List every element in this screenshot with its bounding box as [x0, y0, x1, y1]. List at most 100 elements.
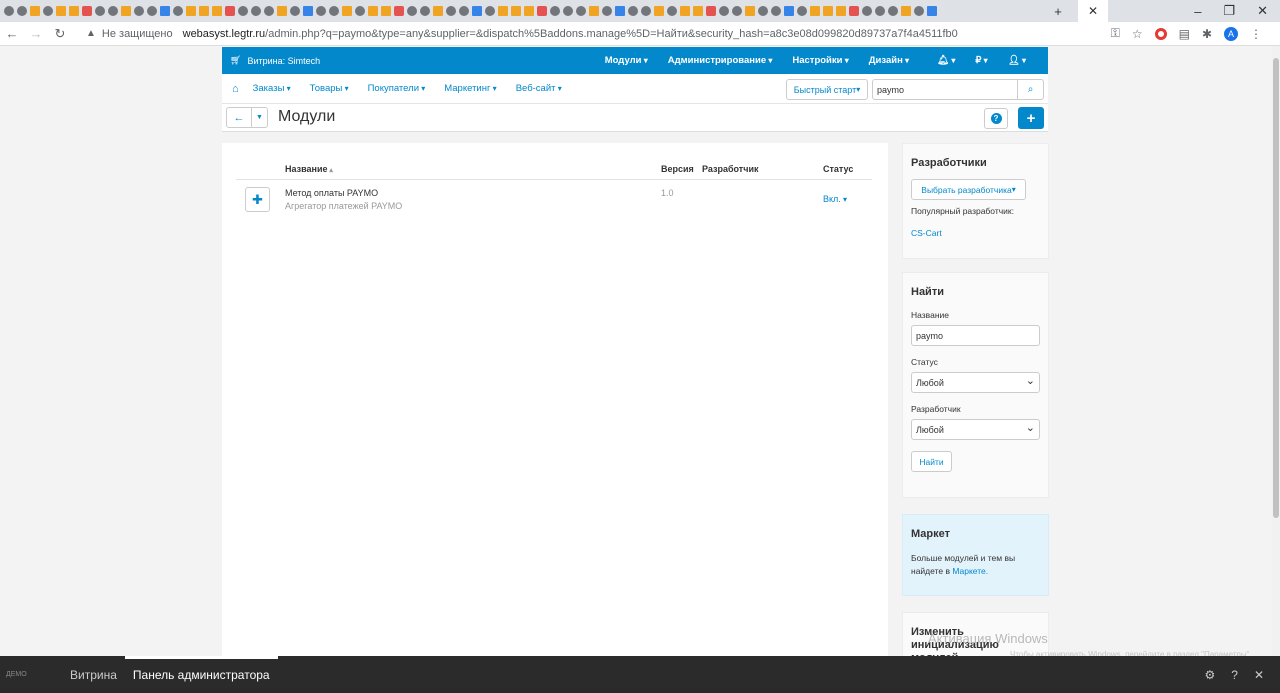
- pinned-tab-favicon-icon[interactable]: [472, 6, 482, 16]
- pinned-tab-favicon-icon[interactable]: [875, 6, 885, 16]
- reload-icon[interactable]: ↻: [48, 26, 72, 42]
- pinned-tab-favicon-icon[interactable]: [888, 6, 898, 16]
- pinned-tab-favicon-icon[interactable]: [693, 6, 703, 16]
- close-bar-icon[interactable]: ✕: [1254, 668, 1264, 682]
- security-label[interactable]: Не защищено: [102, 28, 173, 40]
- back-dropdown-button[interactable]: ▼: [252, 107, 268, 128]
- pinned-tab-favicon-icon[interactable]: [186, 6, 196, 16]
- pinned-tab-favicon-icon[interactable]: [602, 6, 612, 16]
- top-menu-modules[interactable]: Модули: [605, 55, 648, 66]
- warning-icon[interactable]: ▲: [86, 28, 96, 39]
- pinned-tab-favicon-icon[interactable]: [394, 6, 404, 16]
- developer-select[interactable]: Любой: [911, 419, 1040, 440]
- scrollbar-thumb[interactable]: [1273, 58, 1279, 518]
- pinned-tab-favicon-icon[interactable]: [797, 6, 807, 16]
- sub-menu-orders[interactable]: Заказы: [253, 83, 291, 94]
- quick-start-button[interactable]: Быстрый старт: [786, 79, 868, 100]
- pinned-tab-favicon-icon[interactable]: [654, 6, 664, 16]
- pinned-tab-favicon-icon[interactable]: [329, 6, 339, 16]
- search-input[interactable]: paymo: [872, 79, 1018, 100]
- module-status-dropdown[interactable]: Вкл.: [823, 194, 847, 204]
- sub-menu-customers[interactable]: Покупатели: [368, 83, 426, 94]
- name-input[interactable]: paymo: [911, 325, 1040, 346]
- settings-gear-icon[interactable]: ⚙: [1204, 668, 1215, 682]
- pinned-tab-favicon-icon[interactable]: [680, 6, 690, 16]
- pinned-tab-favicon-icon[interactable]: [446, 6, 456, 16]
- restore-button[interactable]: ❐: [1223, 3, 1235, 19]
- pinned-tab-favicon-icon[interactable]: [758, 6, 768, 16]
- pinned-tab-favicon-icon[interactable]: [823, 6, 833, 16]
- pinned-tab-favicon-icon[interactable]: [901, 6, 911, 16]
- top-menu-settings[interactable]: Настройки: [792, 55, 848, 66]
- pinned-tab-favicon-icon[interactable]: [69, 6, 79, 16]
- user-icon[interactable]: 👤︎: [1008, 55, 1026, 66]
- pinned-tab-favicon-icon[interactable]: [4, 6, 14, 16]
- forward-arrow-icon[interactable]: →: [24, 26, 48, 41]
- url-text[interactable]: webasyst.legtr.ru/admin.php?q=paymo&type…: [183, 28, 958, 40]
- pinned-tab-favicon-icon[interactable]: [498, 6, 508, 16]
- top-menu-administration[interactable]: Администрирование: [668, 55, 773, 66]
- module-name[interactable]: Метод оплаты PAYMO: [285, 188, 378, 198]
- tab-close-icon[interactable]: ✕: [1088, 4, 1098, 18]
- tab-list[interactable]: [4, 6, 1084, 16]
- pinned-tab-favicon-icon[interactable]: [784, 6, 794, 16]
- pinned-tab-favicon-icon[interactable]: [355, 6, 365, 16]
- pinned-tab-favicon-icon[interactable]: [212, 6, 222, 16]
- pinned-tab-favicon-icon[interactable]: [95, 6, 105, 16]
- close-window-button[interactable]: ✕: [1257, 3, 1268, 19]
- currency-switcher[interactable]: ₽: [975, 55, 987, 66]
- pinned-tab-favicon-icon[interactable]: [537, 6, 547, 16]
- sub-menu-products[interactable]: Товары: [310, 83, 349, 94]
- pinned-tab-favicon-icon[interactable]: [147, 6, 157, 16]
- bell-icon[interactable]: 🔔︎: [937, 55, 955, 66]
- pinned-tab-favicon-icon[interactable]: [485, 6, 495, 16]
- pinned-tab-favicon-icon[interactable]: [56, 6, 66, 16]
- pinned-tab-favicon-icon[interactable]: [511, 6, 521, 16]
- popular-developer-link[interactable]: CS-Cart: [911, 228, 942, 238]
- column-status-header[interactable]: Статус: [823, 164, 853, 174]
- pinned-tab-favicon-icon[interactable]: [264, 6, 274, 16]
- pinned-tab-favicon-icon[interactable]: [82, 6, 92, 16]
- pinned-tab-favicon-icon[interactable]: [615, 6, 625, 16]
- find-submit-button[interactable]: Найти: [911, 451, 952, 472]
- pinned-tab-favicon-icon[interactable]: [134, 6, 144, 16]
- column-developer-header[interactable]: Разработчик: [702, 164, 758, 174]
- back-button[interactable]: ←: [226, 107, 252, 128]
- pinned-tab-favicon-icon[interactable]: [732, 6, 742, 16]
- status-select[interactable]: Любой: [911, 372, 1040, 393]
- extension-doc-icon[interactable]: ▤: [1179, 27, 1190, 41]
- pinned-tab-favicon-icon[interactable]: [810, 6, 820, 16]
- pinned-tab-favicon-icon[interactable]: [706, 6, 716, 16]
- pinned-tab-favicon-icon[interactable]: [849, 6, 859, 16]
- pinned-tab-favicon-icon[interactable]: [251, 6, 261, 16]
- pinned-tab-favicon-icon[interactable]: [459, 6, 469, 16]
- admin-panel-link[interactable]: Панель администратора: [124, 656, 278, 693]
- storefront-link[interactable]: Витрина: [62, 656, 125, 693]
- pinned-tab-favicon-icon[interactable]: [342, 6, 352, 16]
- pinned-tab-favicon-icon[interactable]: [290, 6, 300, 16]
- pinned-tab-favicon-icon[interactable]: [927, 6, 937, 16]
- pinned-tab-favicon-icon[interactable]: [641, 6, 651, 16]
- pinned-tab-favicon-icon[interactable]: [121, 6, 131, 16]
- pinned-tab-favicon-icon[interactable]: [303, 6, 313, 16]
- pinned-tab-favicon-icon[interactable]: [160, 6, 170, 16]
- puzzle-icon[interactable]: ✱: [1202, 27, 1212, 41]
- add-button[interactable]: +: [1018, 107, 1044, 129]
- profile-avatar[interactable]: A: [1224, 26, 1238, 41]
- select-developer-button[interactable]: Выбрать разработчика: [911, 179, 1026, 200]
- home-icon[interactable]: ⌂: [232, 83, 239, 95]
- pinned-tab-favicon-icon[interactable]: [108, 6, 118, 16]
- pinned-tab-favicon-icon[interactable]: [43, 6, 53, 16]
- active-tab[interactable]: ✕: [1078, 0, 1108, 22]
- puzzle-piece-icon[interactable]: ✚: [245, 187, 270, 212]
- pinned-tab-favicon-icon[interactable]: [836, 6, 846, 16]
- minimize-button[interactable]: –: [1194, 4, 1201, 19]
- scrollbar[interactable]: [1272, 46, 1280, 656]
- market-link[interactable]: Маркете.: [952, 566, 988, 576]
- pinned-tab-favicon-icon[interactable]: [173, 6, 183, 16]
- star-icon[interactable]: ☆: [1132, 27, 1143, 41]
- pinned-tab-favicon-icon[interactable]: [589, 6, 599, 16]
- new-tab-button[interactable]: +: [1054, 4, 1062, 19]
- pinned-tab-favicon-icon[interactable]: [771, 6, 781, 16]
- pinned-tab-favicon-icon[interactable]: [719, 6, 729, 16]
